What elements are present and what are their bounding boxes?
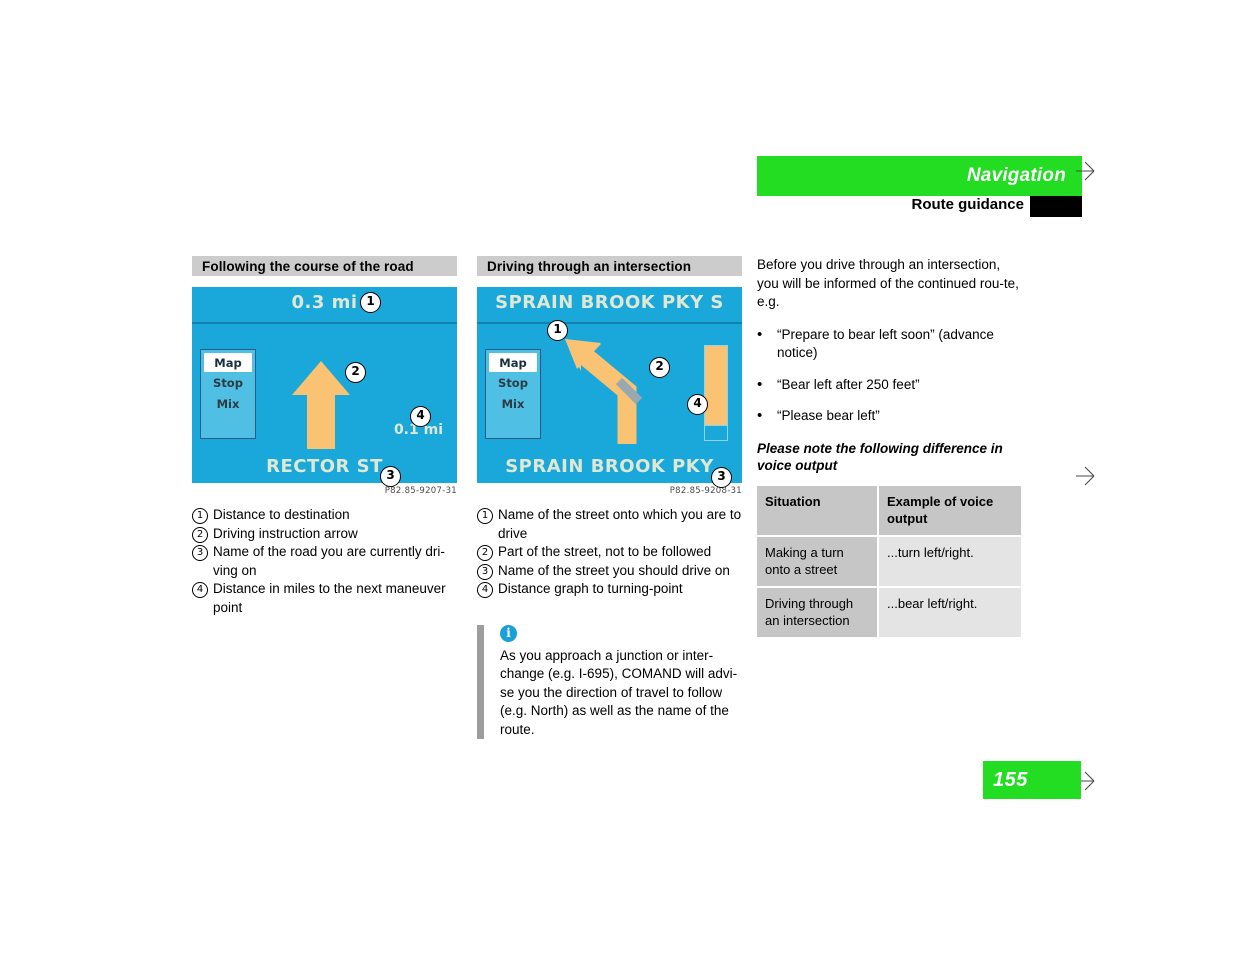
section-tab-marker <box>1030 196 1082 217</box>
legend-number: 3 <box>192 545 208 561</box>
comand-screenshot-following-road: 0.3 mi Map Stop Mix 0.1 mi RECTOR ST 1 <box>192 287 457 483</box>
screen-target-street-name: SPRAIN BROOK PKY S <box>495 292 724 313</box>
info-icon: i <box>500 624 517 642</box>
legend-number: 4 <box>477 582 493 598</box>
callout-3-middle: 3 <box>711 467 732 488</box>
legend-item: 3 Name of the street you should drive on <box>477 562 742 581</box>
chapter-header-bar: Navigation <box>757 156 1082 196</box>
legend-text: Part of the street, not to be followed <box>498 544 712 559</box>
note-accent-bar <box>477 624 484 739</box>
screen-menu-item-map: Map <box>204 353 252 372</box>
right-column: Before you drive through an intersection… <box>757 256 1023 639</box>
bullet-item: • “Please bear left” <box>757 407 1023 426</box>
note-body: i As you approach a junction or inter-ch… <box>500 624 742 740</box>
distance-graph-to-turning-point <box>704 345 728 441</box>
chapter-title: Navigation <box>966 165 1066 186</box>
callout-1-middle: 1 <box>547 320 568 341</box>
table-header-row: Situation Example of voice output <box>757 485 1023 537</box>
screen-menu-item-stop: Stop <box>498 376 528 390</box>
legend-text: Name of the street you should drive on <box>498 562 730 578</box>
screen-menu-item-stop: Stop <box>213 376 243 390</box>
legend-number: 2 <box>192 526 208 543</box>
bear-left-arrow-icon <box>565 339 643 444</box>
voice-output-table: Situation Example of voice output Making… <box>757 485 1023 639</box>
legend-item: 3 Name of the road you are currently dri… <box>192 543 457 580</box>
screen-menu-item-map: Map <box>489 353 537 372</box>
legend-number: 3 <box>477 563 493 580</box>
comand-screenshot-intersection: SPRAIN BROOK PKY S Map Stop Mix SPRAIN B… <box>477 287 742 483</box>
legend-text: Distance in miles to the next maneuver p… <box>213 581 446 615</box>
legend-item: 4 Distance in miles to the next maneuver… <box>192 580 457 617</box>
table-cell-example: ...turn left/right. <box>878 535 1023 588</box>
table-cell-situation: Making a turn onto a street <box>757 535 879 588</box>
left-legend-list: 1 Distance to destination 2 Driving inst… <box>192 506 457 617</box>
distance-graph-empty-segment <box>705 425 727 440</box>
info-note-box: i As you approach a junction or inter-ch… <box>477 624 742 740</box>
legend-item: 1 Name of the street onto which you are … <box>477 506 742 543</box>
table-cell-example: ...bear left/right. <box>878 586 1023 639</box>
screen-drive-on-street-name: SPRAIN BROOK PKY <box>505 456 714 477</box>
table-row: Driving through an intersection ...bear … <box>757 586 1023 639</box>
legend-text: Name of the street onto which you are to… <box>498 507 742 541</box>
callout-1-left: 1 <box>360 292 381 313</box>
voice-prompt-bullet-list: • “Prepare to bear left soon” (advance n… <box>757 326 1023 426</box>
callout-4-left: 4 <box>410 406 431 427</box>
page-number: 155 <box>993 769 1028 791</box>
bullet-text: “Bear left after 250 feet” <box>777 376 920 392</box>
screen-menu-item-mix: Mix <box>501 397 525 411</box>
middle-section-heading: Driving through an intersection <box>477 256 742 276</box>
bullet-item: • “Bear left after 250 feet” <box>757 376 1023 395</box>
legend-text: Distance to destination <box>213 507 350 522</box>
table-header-example: Example of voice output <box>878 485 1023 537</box>
screen-divider <box>192 322 457 324</box>
screen-menu-item-mix: Mix <box>216 397 240 411</box>
middle-column: Driving through an intersection SPRAIN B… <box>477 256 742 739</box>
crop-mark-top <box>1074 158 1100 184</box>
screen-divider <box>477 322 742 324</box>
legend-item: 2 Driving instruction arrow <box>192 525 457 544</box>
table-header-situation: Situation <box>757 485 879 537</box>
table-row: Making a turn onto a street ...turn left… <box>757 535 1023 588</box>
callout-2-middle: 2 <box>649 357 670 378</box>
bullet-marker: • <box>757 375 763 393</box>
legend-text: Driving instruction arrow <box>213 525 358 541</box>
page-number-block: 155 <box>983 761 1081 799</box>
screen-menu-box: Map Stop Mix <box>485 349 541 439</box>
legend-number: 1 <box>477 508 493 524</box>
legend-item: 1 Distance to destination <box>192 506 457 525</box>
legend-item: 2 Part of the street, not to be followed <box>477 543 742 562</box>
callout-3-left: 3 <box>380 466 401 487</box>
section-header: Route guidance <box>757 196 1082 218</box>
section-title: Route guidance <box>911 196 1024 213</box>
bullet-item: • “Prepare to bear left soon” (advance n… <box>757 326 1023 363</box>
driving-instruction-arrow-icon <box>292 361 350 449</box>
legend-number: 2 <box>477 545 493 561</box>
callout-4-middle: 4 <box>687 394 708 415</box>
left-column: Following the course of the road 0.3 mi … <box>192 256 457 617</box>
bullet-text: “Prepare to bear left soon” (advance not… <box>777 326 994 361</box>
screen-distance-to-destination: 0.3 mi <box>291 292 358 313</box>
crop-mark-middle <box>1074 463 1100 489</box>
note-text: As you approach a junction or inter-chan… <box>500 647 738 737</box>
legend-text: Name of the road you are currently dri-v… <box>213 544 445 578</box>
legend-number: 1 <box>192 508 208 524</box>
legend-item: 4 Distance graph to turning-point <box>477 580 742 599</box>
left-section-heading: Following the course of the road <box>192 256 457 276</box>
bullet-marker: • <box>757 325 763 343</box>
intro-paragraph: Before you drive through an intersection… <box>757 257 1019 309</box>
legend-number: 4 <box>192 582 208 598</box>
table-cell-situation: Driving through an intersection <box>757 586 879 639</box>
middle-image-code: P82.85-9208-31 <box>669 486 742 496</box>
callout-2-left: 2 <box>345 362 366 383</box>
screen-menu-box: Map Stop Mix <box>200 349 256 439</box>
legend-text: Distance graph to turning-point <box>498 581 683 596</box>
bullet-marker: • <box>757 407 763 424</box>
voice-output-subheading: Please note the following difference in … <box>757 440 1003 473</box>
left-image-code: P82.85-9207-31 <box>384 486 457 496</box>
middle-legend-list: 1 Name of the street onto which you are … <box>477 506 742 599</box>
screen-current-road-name: RECTOR ST <box>266 456 383 477</box>
bullet-text: “Please bear left” <box>777 408 880 423</box>
